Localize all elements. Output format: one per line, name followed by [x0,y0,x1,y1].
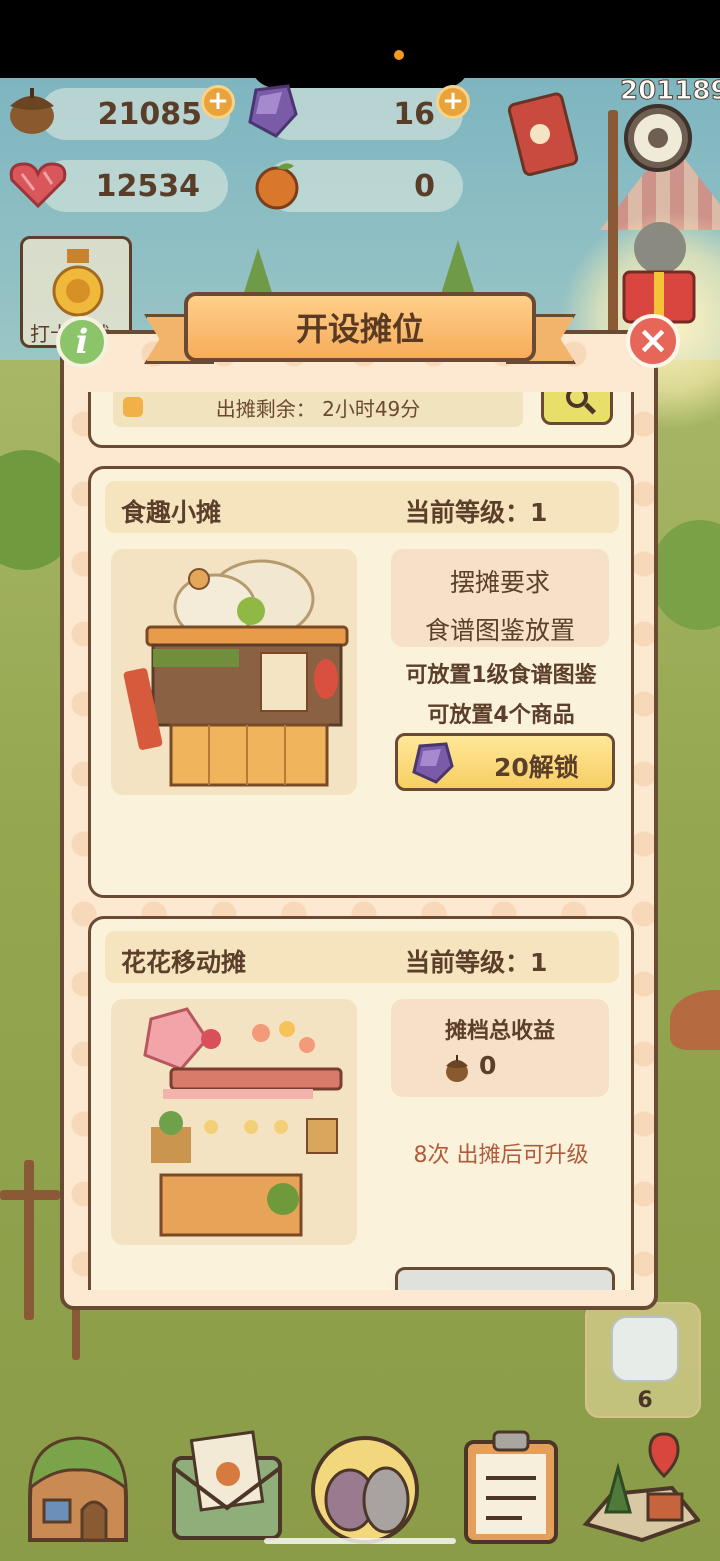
bundle-count: 6 [637,1388,653,1413]
tree-house-icon [28,1436,128,1542]
gift-box-icon[interactable] [614,218,700,328]
recipe-level-info: 可放置1级食谱图鉴 [405,663,597,688]
timer-indicator [123,397,143,417]
acorn-count: 21085 [97,96,202,132]
orange-count: 0 [414,168,435,204]
recipe-book-icon[interactable] [506,90,582,182]
fence-post [24,1160,34,1320]
tasks-clipboard-button[interactable] [452,1428,570,1546]
medal-icon [52,249,104,317]
fence-rail [0,1190,60,1200]
stall-timer-card: 出摊剩余： 2小时49分 [88,392,634,448]
add-gems-button[interactable]: + [436,85,470,119]
cloth-bundle-icon [611,1316,679,1382]
info-button[interactable]: i [56,316,108,368]
stall-earnings-box: 摊档总收益 0 [391,999,609,1097]
requirement-item: 食谱图鉴放置 [424,616,575,645]
home-indicator[interactable] [264,1538,456,1544]
clipboard-icon [464,1430,558,1544]
requirement-title: 摆摊要求 [449,568,550,597]
heart-icon [8,160,68,208]
map-button[interactable] [582,1428,702,1546]
orange-icon [252,160,302,210]
stall-action-button[interactable] [395,1267,615,1290]
stall-card-flower: 花花移动摊 当前等级：1 摊档总收益 0 8次 出摊后可升级 [88,916,634,1290]
timer-bar: 出摊剩余： 2小时49分 [113,392,523,427]
seeds-icon [311,1436,419,1544]
stall-requirement-box: 摆摊要求 食谱图鉴放置 [391,549,609,647]
purple-gem-icon [412,742,454,784]
heart-counter: 12534 [40,160,228,212]
open-stall-dialog: 出摊剩余： 2小时49分 食趣小摊 当前等级：1 摆摊要求 食谱图鉴放置 可放置… [60,330,658,1310]
upgrade-requirement-note: 8次 出摊后可升级 [413,1143,589,1168]
envelope-icon [172,1430,282,1540]
product-capacity-info: 可放置4个商品 [427,703,575,728]
rice-ball-stall-image [111,549,357,795]
stall-level: 当前等级：1 [405,948,548,977]
settings-gear-icon[interactable] [616,96,700,180]
map-pin-icon [582,1432,702,1543]
home-tree-house-button[interactable] [20,1428,138,1546]
timer-text: 出摊剩余： 2小时49分 [215,396,421,421]
mail-button[interactable] [168,1428,286,1546]
stall-name: 食趣小摊 [121,498,222,527]
camera-notch [250,40,470,88]
bundle-inventory-box[interactable]: 6 [585,1302,701,1418]
gem-count: 16 [393,96,435,132]
search-button[interactable] [541,392,613,425]
acorn-icon [446,1055,468,1082]
camera-indicator [394,50,404,60]
heart-count: 12534 [95,168,200,204]
stall-list[interactable]: 出摊剩余： 2小时49分 食趣小摊 当前等级：1 摆摊要求 食谱图鉴放置 可放置… [86,392,636,1290]
stall-header: 食趣小摊 当前等级：1 [105,481,619,533]
search-icon-handle [583,402,597,415]
close-button[interactable]: × [626,314,680,368]
earnings-value: 0 [479,1051,497,1080]
dialog-title-ribbon: 开设摊位 [144,292,576,376]
stall-level: 当前等级：1 [405,498,548,527]
purple-gem-icon [246,84,298,138]
collection-seeds-button[interactable] [306,1428,424,1546]
stall-header: 花花移动摊 当前等级：1 [105,931,619,983]
stall-name: 花花移动摊 [121,948,247,977]
add-acorns-button[interactable]: + [201,85,235,119]
earnings-title: 摊档总收益 [444,1019,555,1044]
unlock-button[interactable]: 20解锁 [395,733,615,791]
acorn-icon [4,84,60,136]
flower-stall-image [111,999,357,1245]
dialog-title: 开设摊位 [184,292,536,362]
stall-card-food: 食趣小摊 当前等级：1 摆摊要求 食谱图鉴放置 可放置1级食谱图鉴 可放置4个商… [88,466,634,898]
unlock-label: 20解锁 [494,753,579,782]
